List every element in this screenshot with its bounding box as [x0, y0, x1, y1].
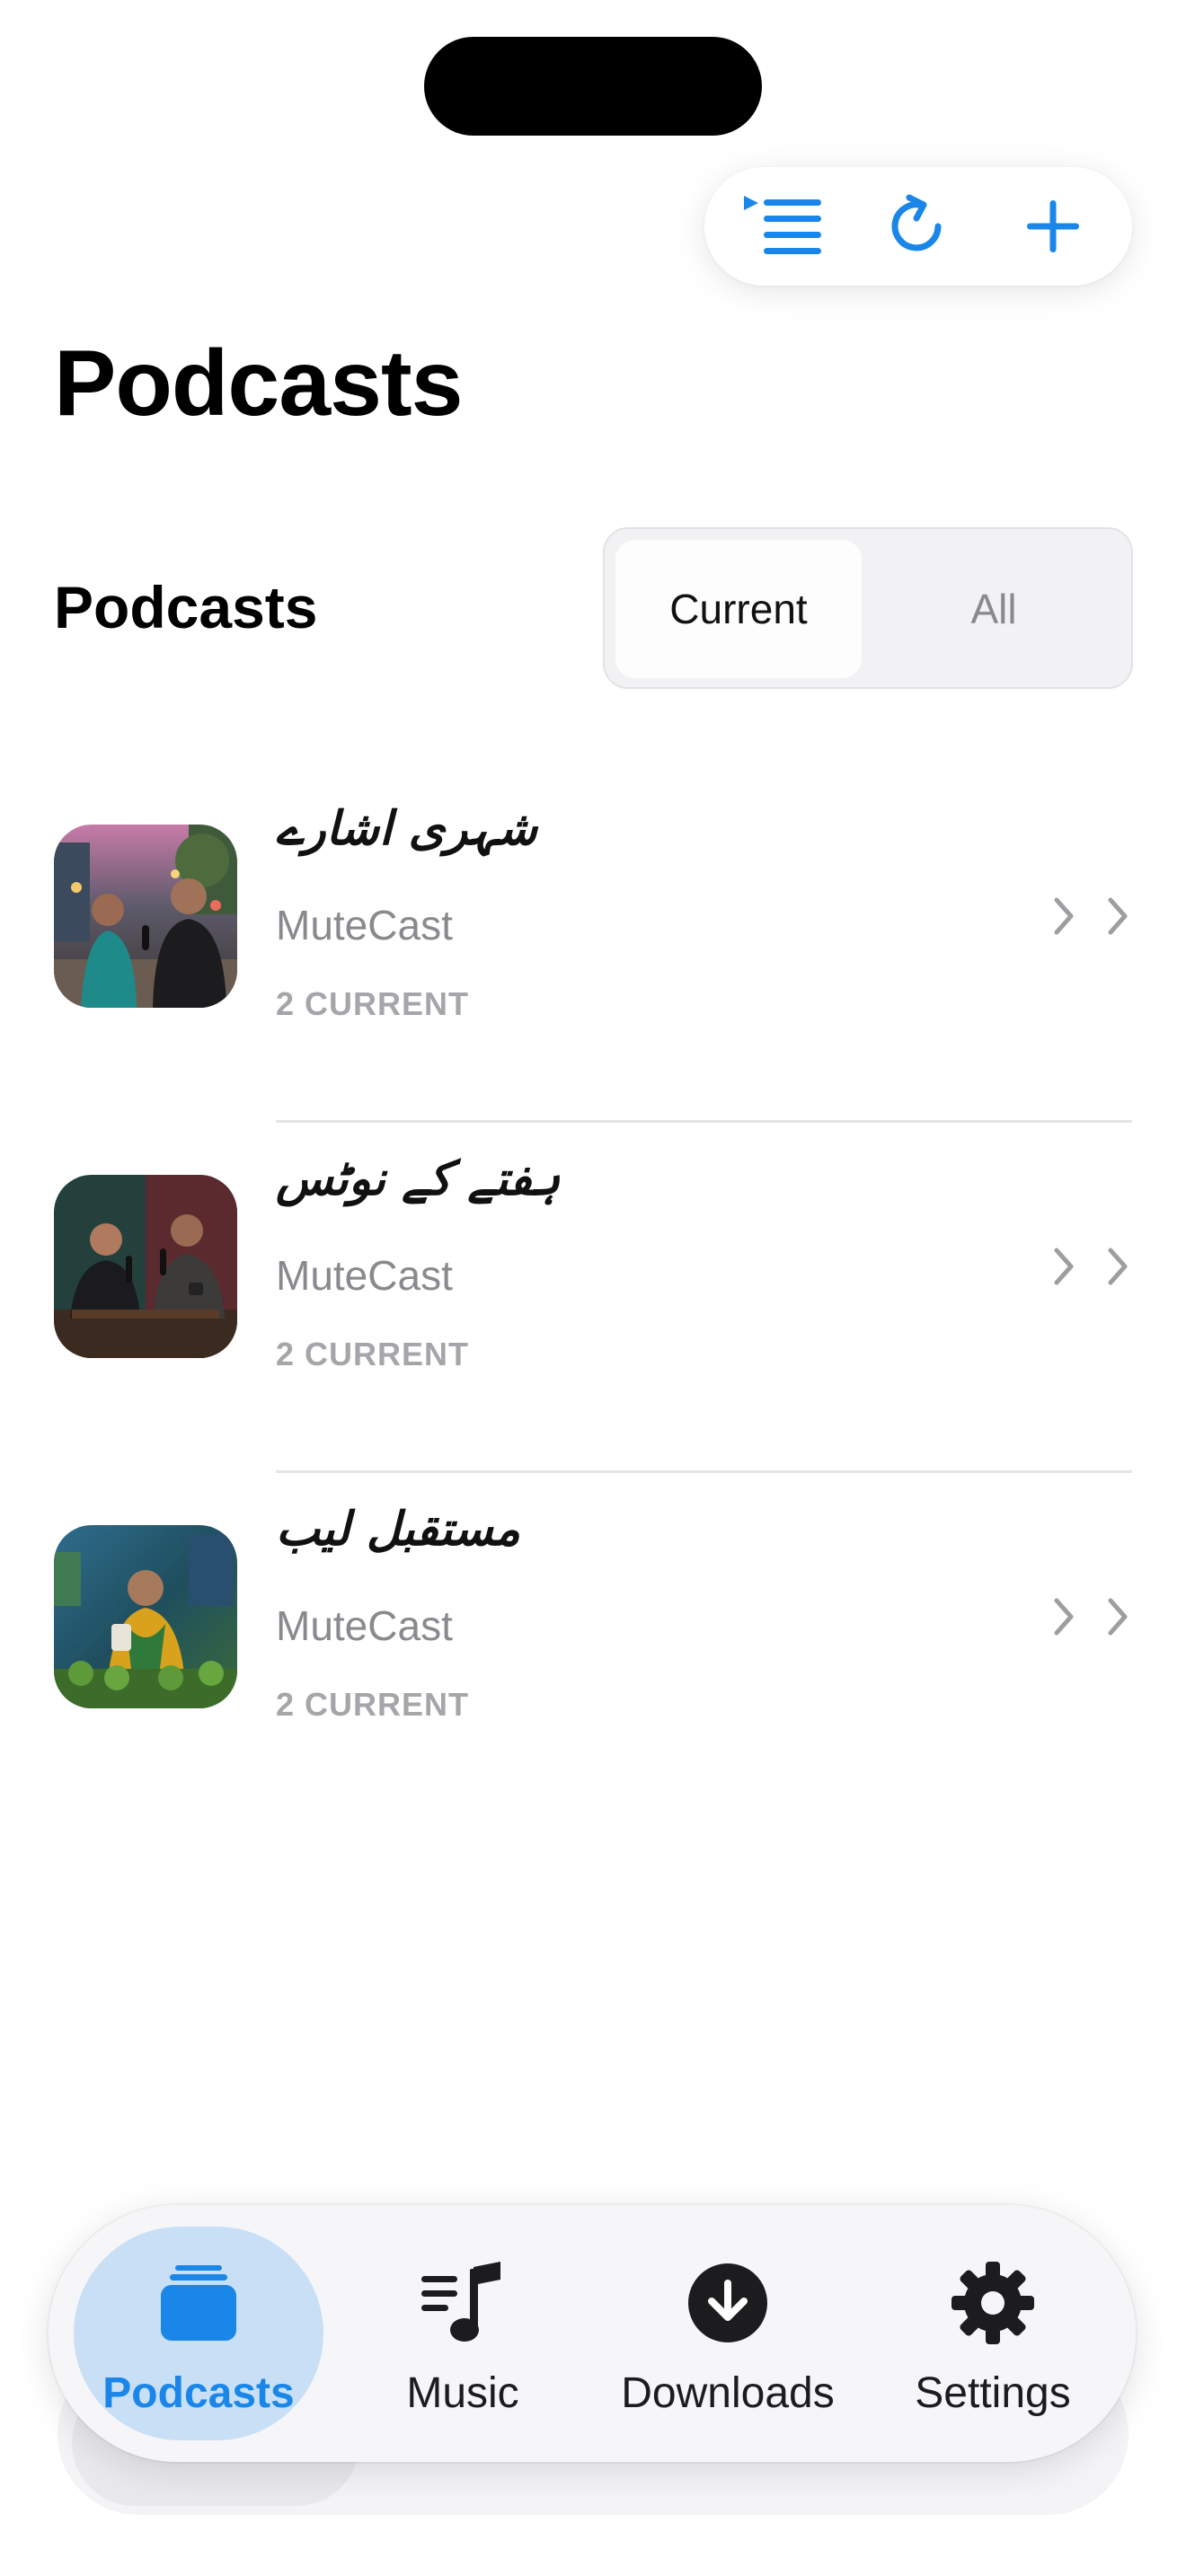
list-item[interactable]: مستقبل لیب MuteCast 2 CURRENT: [0, 1473, 1186, 1823]
dynamic-island: [424, 37, 762, 136]
podcast-episode-count: 2 CURRENT: [276, 1686, 470, 1723]
segment-current[interactable]: Current: [615, 540, 862, 678]
podcasts-stack-icon: [74, 2254, 323, 2352]
tab-bar: Podcasts Music Downloads Settings: [49, 2205, 1136, 2462]
podcast-author: MuteCast: [276, 902, 453, 948]
list-item[interactable]: ہفتے کے نوٹس MuteCast 2 CURRENT: [0, 1123, 1186, 1473]
tab-label: Settings: [915, 2369, 1071, 2417]
refresh-button[interactable]: [859, 181, 978, 271]
podcast-artwork: [54, 1175, 237, 1358]
podcasts-screen: Podcasts Podcasts Current All شہری اشارے…: [0, 0, 1186, 2576]
add-podcast-button[interactable]: [994, 181, 1112, 271]
podcast-artwork: [54, 825, 237, 1008]
podcast-title: مستقبل لیب: [276, 1503, 521, 1557]
podcast-author: MuteCast: [276, 1252, 453, 1299]
section-title: Podcasts: [54, 574, 318, 640]
queue-button[interactable]: [724, 181, 843, 271]
list-item[interactable]: شہری اشارے MuteCast 2 CURRENT: [0, 772, 1186, 1123]
download-circle-icon: [603, 2254, 853, 2352]
podcast-author: MuteCast: [276, 1602, 453, 1649]
podcast-episode-count: 2 CURRENT: [276, 985, 470, 1022]
music-list-icon: [338, 2254, 588, 2352]
chevron-right-icon: [1040, 886, 1139, 947]
podcast-artwork: [54, 1525, 237, 1708]
segment-all[interactable]: All: [865, 540, 1122, 678]
tab-settings[interactable]: Settings: [868, 2227, 1118, 2440]
tab-music[interactable]: Music: [338, 2227, 588, 2440]
plus-icon: [1022, 195, 1084, 258]
queue-list-icon: [739, 190, 828, 262]
tab-downloads[interactable]: Downloads: [603, 2227, 853, 2440]
tab-podcasts[interactable]: Podcasts: [74, 2227, 323, 2440]
filter-segmented-control: Current All: [603, 527, 1133, 689]
gear-icon: [868, 2254, 1118, 2352]
page-title: Podcasts: [54, 331, 463, 436]
podcast-title: شہری اشارے: [276, 802, 537, 856]
chevron-right-icon: [1040, 1236, 1139, 1297]
chevron-right-icon: [1040, 1586, 1139, 1647]
podcast-episode-count: 2 CURRENT: [276, 1336, 470, 1372]
refresh-icon: [882, 190, 954, 262]
toolbar: [704, 167, 1132, 286]
podcast-title: ہفتے کے نوٹس: [276, 1152, 561, 1206]
